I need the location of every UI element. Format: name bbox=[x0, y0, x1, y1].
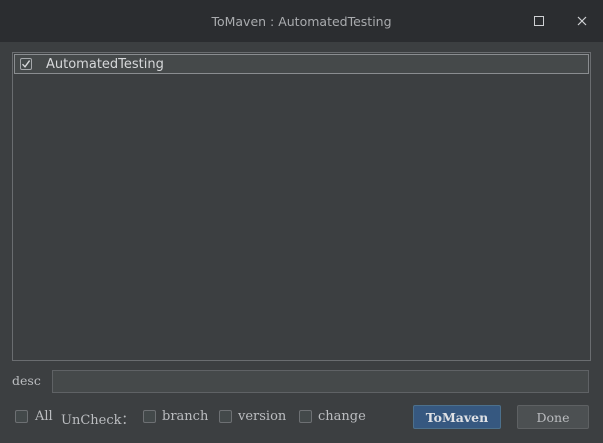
tomaven-button[interactable]: ToMaven bbox=[413, 405, 501, 429]
branch-label: branch bbox=[162, 409, 209, 424]
desc-label: desc bbox=[12, 373, 41, 388]
list-item-label: AutomatedTesting bbox=[46, 57, 164, 72]
uncheck-label: UnCheck： bbox=[61, 413, 135, 428]
all-checkbox[interactable] bbox=[15, 410, 28, 423]
maximize-icon bbox=[534, 16, 544, 26]
all-label: All bbox=[35, 409, 53, 424]
change-label: change bbox=[318, 409, 366, 424]
window-title: ToMaven : AutomatedTesting bbox=[211, 14, 392, 29]
tomaven-dialog: ToMaven : AutomatedTesting AutomatedTest… bbox=[0, 0, 603, 443]
module-list[interactable]: AutomatedTesting bbox=[12, 52, 591, 361]
change-checkbox[interactable] bbox=[299, 410, 312, 423]
desc-input[interactable] bbox=[52, 370, 589, 393]
close-button[interactable] bbox=[568, 8, 596, 34]
close-icon bbox=[577, 16, 587, 26]
module-checkbox[interactable] bbox=[20, 58, 32, 70]
title-bar: ToMaven : AutomatedTesting bbox=[0, 0, 603, 42]
done-button[interactable]: Done bbox=[517, 405, 589, 429]
list-item[interactable]: AutomatedTesting bbox=[14, 54, 589, 74]
version-label: version bbox=[238, 409, 287, 424]
maximize-button[interactable] bbox=[525, 8, 553, 34]
branch-checkbox[interactable] bbox=[143, 410, 156, 423]
checkmark-icon bbox=[21, 60, 31, 68]
version-checkbox[interactable] bbox=[219, 410, 232, 423]
